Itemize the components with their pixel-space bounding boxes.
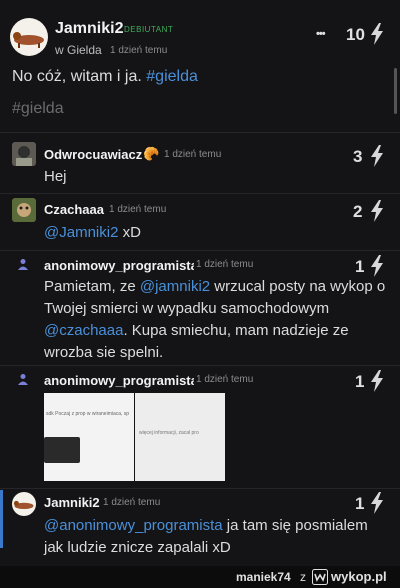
comment-time: 1 dzień temu (103, 497, 161, 508)
comment-author[interactable]: Odwrocuawiacz (44, 147, 142, 162)
image-dark-block (44, 437, 80, 463)
watermark: maniek74 z wykop.pl (0, 566, 400, 588)
comment-plus-bolt-icon[interactable] (370, 492, 384, 514)
anonymous-user-icon (18, 374, 28, 385)
comment-image-left[interactable]: sdk Poczaj z prop w wiraneimiaca, sp (44, 393, 134, 481)
divider (0, 488, 400, 489)
comment-author[interactable]: anonimowy_programista (44, 258, 194, 273)
scrollbar[interactable] (394, 68, 397, 114)
comment-text: Pamietam, ze @jamniki2 wrzucal posty na … (44, 276, 390, 364)
comment-plus-bolt-icon[interactable] (370, 370, 384, 392)
post-time: 1 dzień temu (110, 45, 168, 56)
post-plus-bolt-icon[interactable] (370, 23, 384, 45)
croissant-badge-icon: 🥐 (143, 146, 160, 161)
comment-score: 1 (355, 257, 365, 276)
divider (0, 365, 400, 366)
comment-text-rest: xD (118, 224, 141, 241)
comment-plus-bolt-icon[interactable] (370, 255, 384, 277)
comment-mention[interactable]: @Jamniki2 (44, 224, 118, 241)
comment-avatar[interactable] (12, 198, 36, 222)
comment-text: Hej (44, 168, 67, 185)
comment-author[interactable]: Czachaaa (44, 202, 104, 217)
comment-text: @anonimowy_programista ja tam się posmia… (44, 515, 384, 559)
comment-author[interactable]: Jamniki2 (44, 495, 100, 510)
comment-mention[interactable]: @jamniki2 (140, 278, 210, 295)
watermark-z: z (300, 570, 306, 584)
post-author-avatar[interactable] (10, 18, 48, 56)
divider (0, 132, 400, 133)
comment-text: @Jamniki2 xD (44, 222, 141, 244)
comment-score: 2 (353, 202, 363, 221)
comment-time: 1 dzień temu (196, 259, 254, 270)
comment-score: 1 (355, 372, 365, 391)
wykop-logo-icon (312, 569, 328, 585)
post-score: 10 (346, 25, 365, 44)
comment-score: 3 (353, 147, 363, 166)
comment-image-right[interactable]: więcej informacji, zacal pro (135, 393, 225, 481)
comment-mention[interactable]: @anonimowy_programista (44, 517, 223, 534)
comment-avatar[interactable] (12, 492, 36, 516)
divider (0, 250, 400, 251)
comment-text-part: Pamietam, ze (44, 278, 140, 295)
post-author-name[interactable]: Jamniki2 (55, 20, 123, 38)
post-body-text: No cóż, witam i ja. (12, 68, 142, 85)
post-community[interactable]: w Gielda (55, 43, 102, 57)
comment-author[interactable]: anonimowy_programista (44, 373, 194, 388)
comment-time: 1 dzień temu (164, 149, 222, 160)
post-body-tag[interactable]: #gielda (146, 68, 198, 85)
image-text: sdk Poczaj z prop w wiraneimiaca, sp (46, 411, 130, 417)
author-badge: DEBIUTANT (124, 25, 174, 34)
comment-mention[interactable]: @czachaaa (44, 322, 123, 339)
divider (0, 193, 400, 194)
anonymous-user-icon (18, 259, 28, 270)
comment-score: 1 (355, 494, 365, 513)
comment-plus-bolt-icon[interactable] (370, 200, 384, 222)
watermark-brand: wykop.pl (331, 569, 387, 584)
post-tag-line[interactable]: #gielda (12, 100, 64, 118)
post-body: No cóż, witam i ja. #gielda (12, 66, 198, 88)
comment-avatar[interactable] (12, 142, 36, 166)
own-comment-marker (0, 490, 3, 548)
image-text: więcej informacji, zacal pro (139, 430, 199, 436)
more-options-button[interactable]: ••• (316, 28, 326, 40)
comment-time: 1 dzień temu (196, 374, 254, 385)
comment-plus-bolt-icon[interactable] (370, 145, 384, 167)
watermark-user: maniek74 (236, 570, 291, 584)
comment-time: 1 dzień temu (109, 204, 167, 215)
